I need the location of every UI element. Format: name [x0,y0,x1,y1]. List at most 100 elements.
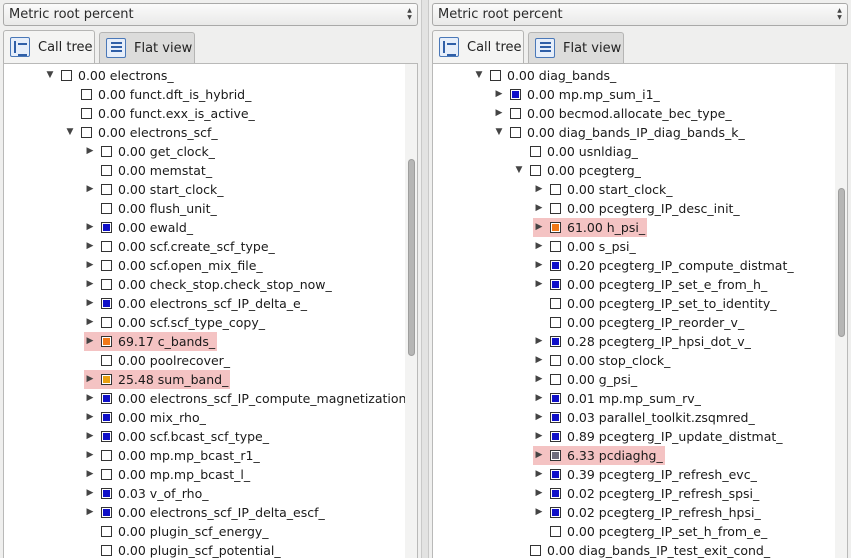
expand-closed-icon[interactable]: ▶ [533,275,545,294]
tree-row[interactable]: ▶ 0.00 scf.create_scf_type_ [84,237,275,256]
tree-row[interactable]: ▶ 0.00 pcegterg_IP_set_e_from_h_ [533,275,768,294]
expand-closed-icon[interactable]: ▶ [84,180,96,199]
tree-row[interactable]: ▶ 0.03 parallel_toolkit.zsqmred_ [533,408,755,427]
tree-row[interactable]: ▶ 0.02 pcegterg_IP_refresh_hpsi_ [533,503,761,522]
metric-select[interactable]: Metric root percent ▲ ▼ [432,3,848,26]
tree-row[interactable]: ▶ 0.00 electrons_scf_IP_compute_magnetiza… [84,389,413,408]
tree-row[interactable]: 0.00 pcegterg_IP_reorder_v_ [533,313,744,332]
expand-closed-icon[interactable]: ▶ [84,275,96,294]
tree-row[interactable]: ▶ 0.00 becmod.allocate_bec_type_ [493,104,732,123]
tree-row[interactable]: 0.00 flush_unit_ [84,199,217,218]
tree-row[interactable]: ▶ 0.00 electrons_scf_IP_delta_escf_ [84,503,325,522]
expand-closed-icon[interactable]: ▶ [84,503,96,522]
expand-open-icon[interactable]: ▼ [64,123,76,142]
expand-closed-icon[interactable]: ▶ [493,85,505,104]
expand-closed-icon[interactable]: ▶ [84,237,96,256]
expand-open-icon[interactable]: ▼ [513,161,525,180]
expand-closed-icon[interactable]: ▶ [84,218,96,237]
expand-closed-icon[interactable]: ▶ [533,408,545,427]
tree-row[interactable]: 0.00 usnldiag_ [513,142,638,161]
tree-row[interactable]: ▶ 0.39 pcegterg_IP_refresh_evc_ [533,465,757,484]
expand-closed-icon[interactable]: ▶ [533,427,545,446]
call-tree-view[interactable]: ▼ 0.00 electrons_ 0.00 funct.dft_is_hybrid… [3,63,418,558]
tree-row[interactable]: ▶ 0.00 s_psi_ [533,237,636,256]
tree-row[interactable]: 0.00 funct.dft_is_hybrid_ [64,85,251,104]
expand-open-icon[interactable]: ▼ [44,66,56,85]
tab-flat-view[interactable]: Flat view [99,32,195,63]
metric-select[interactable]: Metric root percent ▲ ▼ [3,3,418,26]
tree-row[interactable]: ▶ 25.48 sum_band_ [84,370,230,389]
tree-row[interactable]: ▶ 0.89 pcegterg_IP_update_distmat_ [533,427,783,446]
expand-closed-icon[interactable]: ▶ [84,256,96,275]
tree-row[interactable]: 0.00 funct.exx_is_active_ [64,104,255,123]
tree-row[interactable]: ▶ 0.00 start_clock_ [84,180,224,199]
tree-row[interactable]: ▶ 0.00 mp.mp_bcast_l_ [84,465,251,484]
tree-row[interactable]: ▶ 0.00 mix_rho_ [84,408,206,427]
expand-closed-icon[interactable]: ▶ [84,294,96,313]
tree-row[interactable]: ▶ 0.00 scf.bcast_scf_type_ [84,427,269,446]
tree-row[interactable]: ▶ 0.00 scf.scf_type_copy_ [84,313,265,332]
tree-row[interactable]: ▼ 0.00 diag_bands_ [473,66,617,85]
expand-closed-icon[interactable]: ▶ [533,218,545,237]
expand-closed-icon[interactable]: ▶ [533,256,545,275]
expand-closed-icon[interactable]: ▶ [533,446,545,465]
tree-row[interactable]: ▶ 61.00 h_psi_ [533,218,647,237]
tree-row[interactable]: ▼ 0.00 electrons_ [44,66,174,85]
expand-closed-icon[interactable]: ▶ [533,503,545,522]
tree-row[interactable]: ▶ 0.00 pcegterg_IP_desc_init_ [533,199,740,218]
tree-row[interactable]: ▶ 0.00 get_clock_ [84,142,215,161]
vertical-scrollbar[interactable] [835,64,847,558]
tree-row[interactable]: 0.00 poolrecover_ [84,351,230,370]
scrollbar-thumb[interactable] [838,188,845,337]
expand-closed-icon[interactable]: ▶ [533,484,545,503]
tree-row[interactable]: ▼ 0.00 diag_bands_IP_diag_bands_k_ [493,123,745,142]
tree-row[interactable]: ▶ 0.20 pcegterg_IP_compute_distmat_ [533,256,794,275]
tree-row[interactable]: ▼ 0.00 pcegterg_ [513,161,641,180]
scrollbar-thumb[interactable] [408,158,415,357]
tree-row[interactable]: ▶ 0.00 ewald_ [84,218,194,237]
tree-row[interactable]: ▶ 0.02 pcegterg_IP_refresh_spsi_ [533,484,760,503]
tab-call-tree[interactable]: Call tree [432,30,524,63]
tree-row[interactable]: 0.00 plugin_scf_potential_ [84,541,281,558]
expand-closed-icon[interactable]: ▶ [84,370,96,389]
expand-closed-icon[interactable]: ▶ [533,465,545,484]
expand-closed-icon[interactable]: ▶ [84,465,96,484]
tree-row[interactable]: ▶ 0.00 start_clock_ [533,180,673,199]
expand-closed-icon[interactable]: ▶ [533,370,545,389]
expand-closed-icon[interactable]: ▶ [493,104,505,123]
tree-row[interactable]: ▶ 0.00 electrons_scf_IP_delta_e_ [84,294,307,313]
tree-row[interactable]: ▼ 0.00 electrons_scf_ [64,123,218,142]
expand-closed-icon[interactable]: ▶ [533,237,545,256]
tree-row[interactable]: ▶ 0.00 stop_clock_ [533,351,671,370]
call-tree-view[interactable]: ▼ 0.00 diag_bands_ ▶ 0.00 mp.mp_sum_i1_ ▶ 0.0… [432,63,848,558]
tree-row[interactable]: 0.00 memstat_ [84,161,212,180]
expand-open-icon[interactable]: ▼ [473,66,485,85]
tree-row[interactable]: 0.00 pcegterg_IP_set_h_from_e_ [533,522,767,541]
panel-splitter[interactable] [421,0,429,558]
expand-closed-icon[interactable]: ▶ [84,408,96,427]
tree-row[interactable]: ▶ 0.00 scf.open_mix_file_ [84,256,263,275]
expand-closed-icon[interactable]: ▶ [533,199,545,218]
expand-closed-icon[interactable]: ▶ [84,446,96,465]
tree-row[interactable]: ▶ 0.03 v_of_rho_ [84,484,209,503]
tree-row[interactable]: 0.00 diag_bands_IP_test_exit_cond_ [513,541,770,558]
vertical-scrollbar[interactable] [405,64,417,558]
tree-row[interactable]: ▶ 0.01 mp.mp_sum_rv_ [533,389,701,408]
expand-closed-icon[interactable]: ▶ [533,389,545,408]
tree-row[interactable]: ▶ 0.28 pcegterg_IP_hpsi_dot_v_ [533,332,751,351]
tab-call-tree[interactable]: Call tree [3,30,95,63]
tree-row[interactable]: 0.00 pcegterg_IP_set_to_identity_ [533,294,777,313]
expand-closed-icon[interactable]: ▶ [533,180,545,199]
expand-open-icon[interactable]: ▼ [493,123,505,142]
tree-row[interactable]: ▶ 0.00 mp.mp_sum_i1_ [493,85,660,104]
expand-closed-icon[interactable]: ▶ [533,351,545,370]
tab-flat-view[interactable]: Flat view [528,32,624,63]
expand-closed-icon[interactable]: ▶ [84,427,96,446]
tree-row[interactable]: ▶ 0.00 check_stop.check_stop_now_ [84,275,332,294]
tree-row[interactable]: ▶ 0.00 mp.mp_bcast_r1_ [84,446,260,465]
expand-closed-icon[interactable]: ▶ [533,332,545,351]
tree-row[interactable]: ▶ 69.17 c_bands_ [84,332,217,351]
expand-closed-icon[interactable]: ▶ [84,484,96,503]
tree-row[interactable]: 0.00 plugin_scf_energy_ [84,522,269,541]
expand-closed-icon[interactable]: ▶ [84,142,96,161]
